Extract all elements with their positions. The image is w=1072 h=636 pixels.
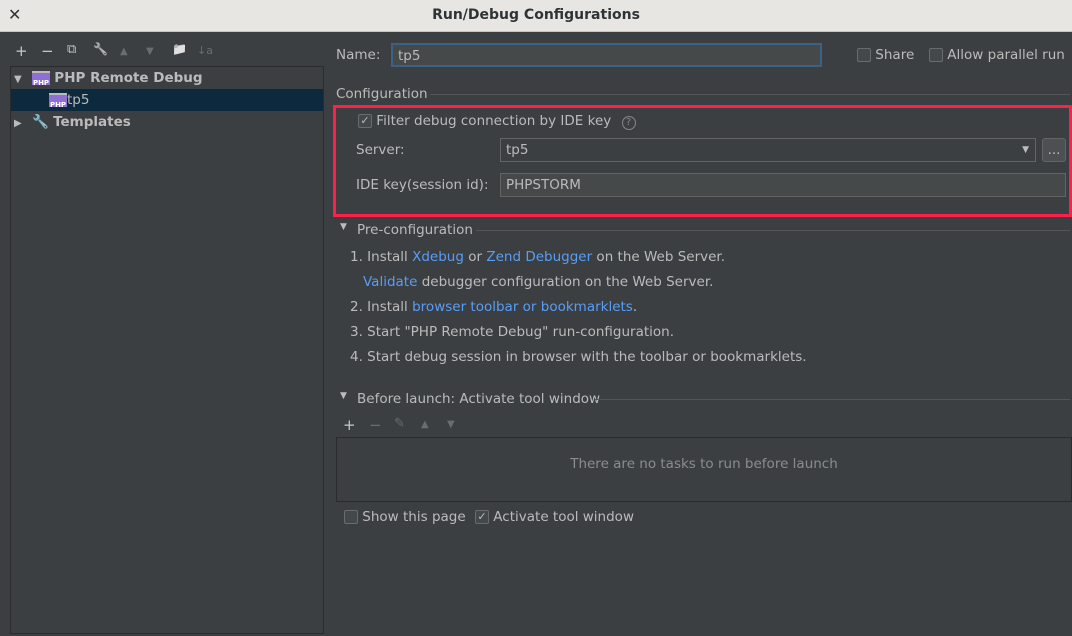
dropdown-arrow-icon: ▼ <box>1022 145 1029 155</box>
tree-item-tp5[interactable]: PHPtp5 <box>11 89 323 111</box>
preconfig-steps: 1. Install Xdebug or Zend Debugger on th… <box>350 249 807 365</box>
validate-link[interactable]: Validate <box>363 274 417 290</box>
help-icon[interactable]: ? <box>621 116 636 130</box>
name-label: Name: <box>336 47 381 63</box>
move-down-icon[interactable]: ▼ <box>146 46 154 57</box>
edit-task-icon[interactable]: ✎ <box>394 416 405 431</box>
zend-debugger-link[interactable]: Zend Debugger <box>486 249 592 265</box>
show-this-page-checkbox[interactable]: Show this page <box>344 509 466 525</box>
before-launch-title: Before launch: Activate tool window <box>357 391 601 407</box>
divider <box>430 94 1070 95</box>
collapse-arrow-icon[interactable]: ▼ <box>340 391 347 401</box>
share-checkbox[interactable]: Share <box>857 47 914 63</box>
sort-icon[interactable]: ↓a <box>197 44 213 57</box>
configuration-section-title: Configuration <box>336 86 428 102</box>
move-task-down-icon[interactable]: ▼ <box>447 419 455 430</box>
allow-parallel-run-checkbox[interactable]: Allow parallel run <box>929 47 1065 63</box>
xdebug-link[interactable]: Xdebug <box>412 249 464 265</box>
preconfig-title: Pre-configuration <box>357 222 473 238</box>
new-folder-icon[interactable]: 📁 <box>172 42 187 56</box>
copy-icon[interactable]: ⧉ <box>67 42 76 57</box>
remove-icon[interactable]: − <box>41 42 54 60</box>
tree-group-templates[interactable]: ▶ 🔧 Templates <box>11 111 323 133</box>
name-input[interactable]: tp5 <box>391 43 822 67</box>
wrench-icon: 🔧 <box>32 114 49 130</box>
before-launch-task-list: There are no tasks to run before launch <box>336 437 1072 502</box>
move-task-up-icon[interactable]: ▲ <box>421 419 429 430</box>
activate-tool-window-checkbox[interactable]: ✓ Activate tool window <box>475 509 634 525</box>
configurations-tree: ▼ PHP PHP Remote Debug PHPtp5 ▶ 🔧 Templa… <box>10 66 324 634</box>
php-icon: PHP <box>32 71 50 87</box>
add-task-icon[interactable]: + <box>343 416 356 434</box>
title-bar: ✕ Run/Debug Configurations <box>0 0 1072 32</box>
divider <box>476 230 1070 231</box>
collapse-arrow-icon[interactable]: ▼ <box>340 222 347 232</box>
wrench-icon[interactable]: 🔧 <box>93 42 108 56</box>
divider <box>595 399 1070 400</box>
php-icon: PHP <box>49 93 67 109</box>
browser-toolbar-link[interactable]: browser toolbar or bookmarklets <box>412 299 633 315</box>
ide-key-input[interactable]: PHPSTORM <box>500 173 1066 197</box>
window-title: Run/Debug Configurations <box>432 7 640 23</box>
collapsed-arrow-icon[interactable]: ▶ <box>14 118 22 129</box>
filter-ide-key-checkbox[interactable]: ✓ Filter debug connection by IDE key ? <box>358 113 636 130</box>
remove-task-icon[interactable]: − <box>369 416 382 434</box>
move-up-icon[interactable]: ▲ <box>120 46 128 57</box>
expanded-arrow-icon[interactable]: ▼ <box>14 74 22 85</box>
tree-group-php-remote-debug[interactable]: ▼ PHP PHP Remote Debug <box>11 67 323 89</box>
add-icon[interactable]: + <box>15 42 28 60</box>
ide-key-label: IDE key(session id): <box>356 177 489 193</box>
browse-servers-button[interactable]: ... <box>1042 138 1066 162</box>
server-label: Server: <box>356 142 405 158</box>
server-dropdown[interactable]: tp5 ▼ <box>500 138 1036 162</box>
